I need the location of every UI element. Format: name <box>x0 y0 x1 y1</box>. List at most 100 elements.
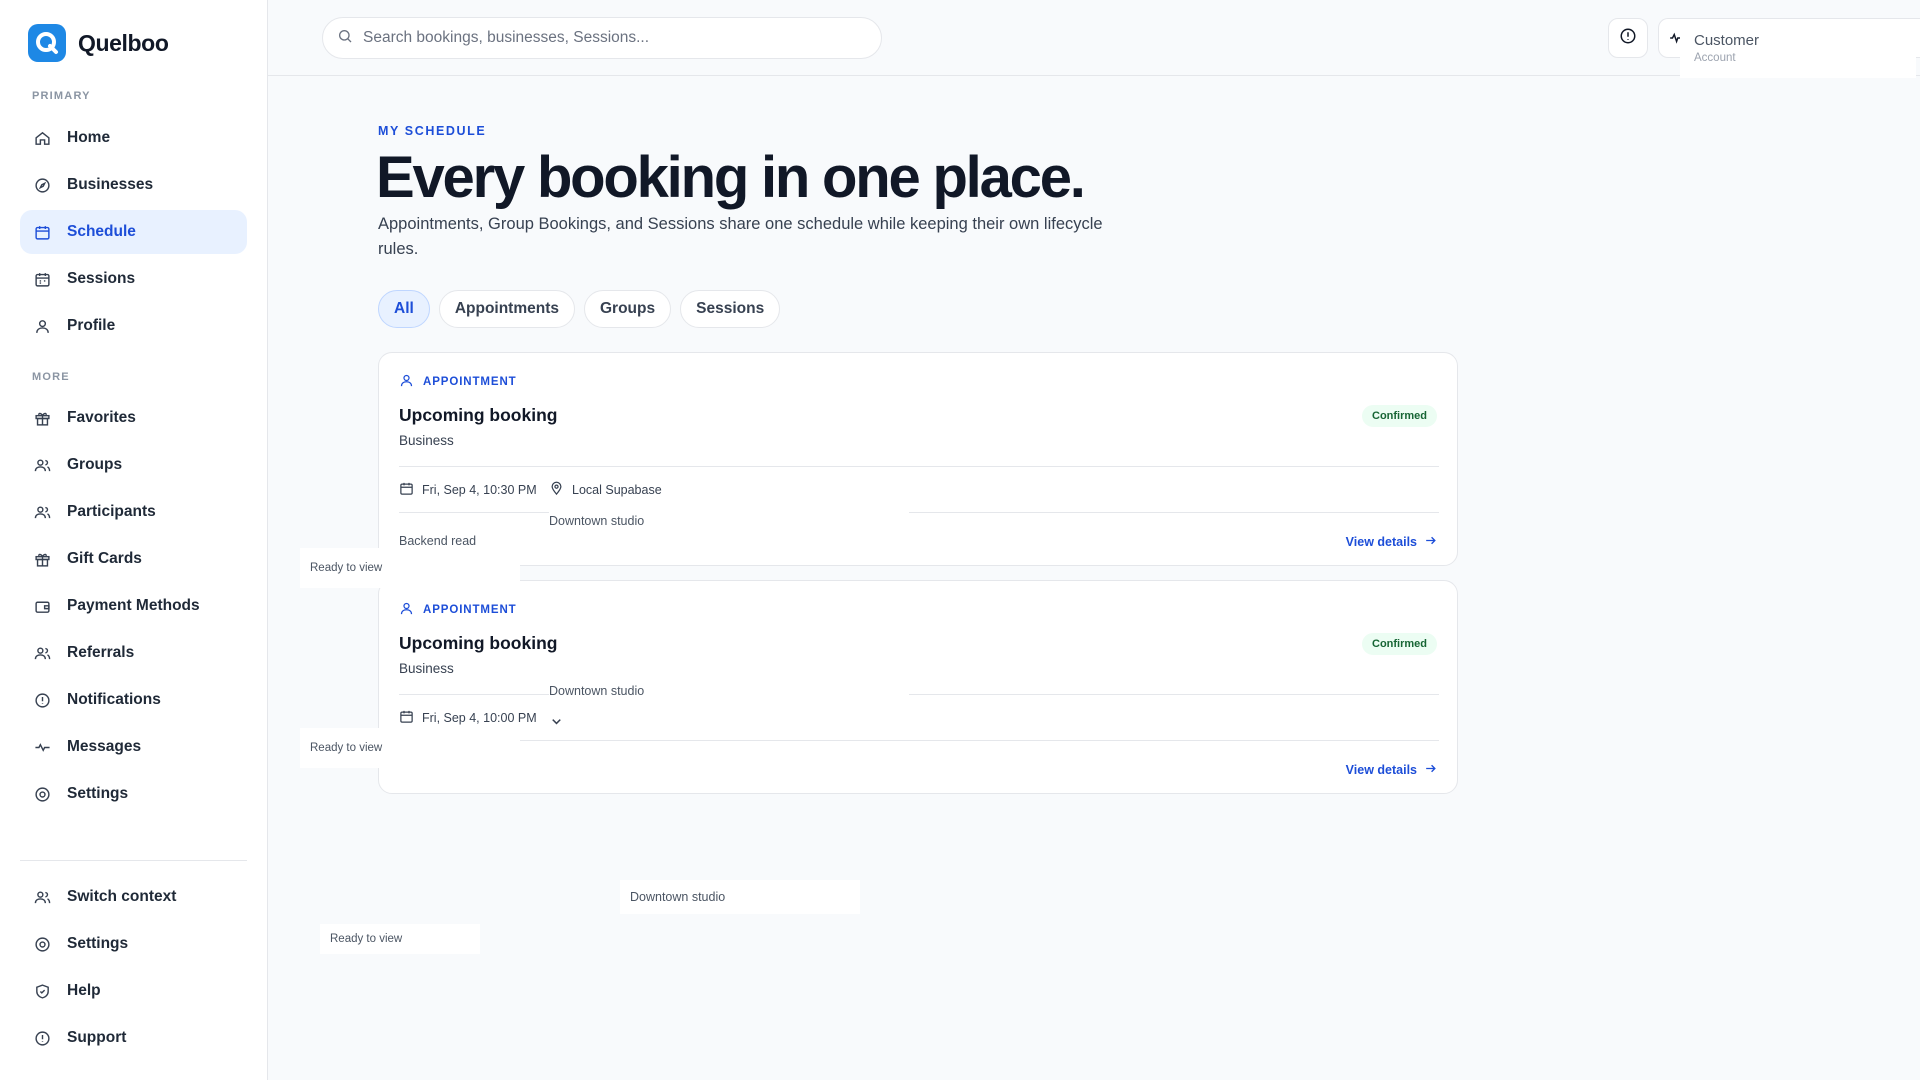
settings-icon <box>32 934 52 954</box>
primary-section-label: PRIMARY <box>32 90 91 102</box>
shield-icon <box>32 981 52 1001</box>
sidebar-item-label: Groups <box>67 456 123 473</box>
calendar-icon <box>399 709 414 727</box>
gift-icon <box>32 549 52 569</box>
users-icon <box>32 502 52 522</box>
booking-title: Upcoming booking <box>399 405 558 425</box>
app-name: Quelboo <box>78 29 169 56</box>
booking-business: Business <box>399 661 454 676</box>
sidebar-item-payment-methods[interactable]: Payment Methods <box>20 584 247 628</box>
sidebar-item-gift-cards[interactable]: Gift Cards <box>20 537 247 581</box>
sidebar-footer-settings[interactable]: Settings <box>20 922 247 966</box>
sidebar-item-participants[interactable]: Participants <box>20 490 247 534</box>
booking-datetime-text: Fri, Sep 4, 10:30 PM <box>422 483 537 497</box>
booking-title: Upcoming booking <box>399 633 558 653</box>
arrow-right-icon <box>1424 762 1437 778</box>
chevron-down-icon <box>549 714 564 732</box>
sidebar-item-label: Notifications <box>67 691 161 708</box>
booking-location: Local Supabase <box>549 481 662 499</box>
booking-studio: Downtown studio <box>549 511 909 531</box>
sidebar-item-label: Schedule <box>67 223 136 240</box>
gift-icon <box>32 408 52 428</box>
status-badge: Confirmed <box>1362 633 1437 655</box>
floating-status: Ready to view <box>300 728 520 768</box>
users-icon <box>32 455 52 475</box>
alert-circle-icon <box>32 1028 52 1048</box>
logo-q-icon <box>28 24 66 62</box>
account-subtitle: Account <box>1694 52 1736 64</box>
sidebar-item-label: Switch context <box>67 888 177 905</box>
booking-filter-tabs: All Appointments Groups Sessions <box>378 290 781 328</box>
user-icon <box>399 601 414 619</box>
booking-card[interactable]: APPOINTMENT Upcoming booking Business Co… <box>378 352 1458 566</box>
floating-status: Ready to view <box>320 924 480 954</box>
booking-type-label: APPOINTMENT <box>423 376 517 388</box>
expand-toggle[interactable] <box>549 714 564 732</box>
sidebar-item-notifications[interactable]: Notifications <box>20 678 247 722</box>
sidebar-item-referrals[interactable]: Referrals <box>20 631 247 675</box>
more-section-label: MORE <box>32 371 70 383</box>
sidebar-item-label: Gift Cards <box>67 550 142 567</box>
calendar-icon <box>32 222 52 242</box>
sidebar-item-messages[interactable]: Messages <box>20 725 247 769</box>
calendar-icon <box>399 481 414 499</box>
app-logo[interactable]: Quelboo <box>28 24 169 62</box>
users-icon <box>32 887 52 907</box>
view-details-link[interactable]: View details <box>1346 534 1437 550</box>
view-details-link[interactable]: View details <box>1346 762 1437 778</box>
booking-card[interactable]: APPOINTMENT Upcoming booking Business Co… <box>378 580 1458 794</box>
page-subtitle: Appointments, Group Bookings, and Sessio… <box>378 215 1103 258</box>
arrow-right-icon <box>1424 534 1437 550</box>
sidebar-item-label: Sessions <box>67 270 136 287</box>
sidebar-item-label: Businesses <box>67 176 154 193</box>
alerts-button[interactable] <box>1608 18 1648 58</box>
sidebar-divider <box>20 860 247 861</box>
booking-datetime: Fri, Sep 4, 10:00 PM <box>399 709 537 727</box>
booking-type: APPOINTMENT <box>399 373 517 391</box>
settings-icon <box>32 784 52 804</box>
booking-datetime: Fri, Sep 4, 10:30 PM <box>399 481 537 499</box>
sidebar-item-label: Payment Methods <box>67 597 200 614</box>
sidebar-item-label: Settings <box>67 935 129 952</box>
floating-studio: Downtown studio <box>620 880 860 914</box>
booking-location-text: Local Supabase <box>572 483 662 497</box>
page-title: Every booking in one place. <box>376 145 1086 210</box>
booking-type-label: APPOINTMENT <box>423 604 517 616</box>
sidebar-footer-help[interactable]: Help <box>20 969 247 1013</box>
sidebar-item-sessions[interactable]: Sessions <box>20 257 247 301</box>
sidebar-item-groups[interactable]: Groups <box>20 443 247 487</box>
card-divider <box>399 740 1439 741</box>
users-icon <box>32 643 52 663</box>
filter-all[interactable]: All <box>378 290 430 328</box>
user-icon <box>399 373 414 391</box>
filter-appointments[interactable]: Appointments <box>438 290 575 328</box>
user-icon <box>32 316 52 336</box>
sidebar-item-settings[interactable]: Settings <box>20 772 247 816</box>
view-details-label: View details <box>1345 535 1417 549</box>
filter-sessions[interactable]: Sessions <box>680 290 781 328</box>
sidebar-item-businesses[interactable]: Businesses <box>20 163 247 207</box>
sidebar-item-label: Messages <box>67 738 142 755</box>
sidebar-item-label: Home <box>67 129 111 146</box>
sidebar-item-home[interactable]: Home <box>20 116 247 160</box>
sidebar-footer-support[interactable]: Support <box>20 1016 247 1060</box>
account-popover[interactable]: Customer Account <box>1680 22 1916 78</box>
activity-icon <box>32 737 52 757</box>
sidebar-item-profile[interactable]: Profile <box>20 304 247 348</box>
booking-business: Business <box>399 433 454 448</box>
calendar-check-icon <box>32 269 52 289</box>
sidebar-item-favorites[interactable]: Favorites <box>20 396 247 440</box>
map-pin-icon <box>549 481 564 499</box>
compass-icon <box>32 175 52 195</box>
sidebar-item-label: Referrals <box>67 644 135 661</box>
booking-datetime-text: Fri, Sep 4, 10:00 PM <box>422 711 537 725</box>
status-badge: Confirmed <box>1362 405 1437 427</box>
search-bar[interactable] <box>322 17 882 59</box>
view-details-label: View details <box>1345 763 1417 777</box>
sidebar-item-schedule[interactable]: Schedule <box>20 210 247 254</box>
filter-groups[interactable]: Groups <box>584 290 672 328</box>
switch-context-button[interactable]: Switch context <box>20 875 247 919</box>
sidebar: Quelboo PRIMARY Home Businesses Schedule… <box>0 0 268 1080</box>
search-input[interactable] <box>363 29 843 47</box>
booking-source: Backend read <box>399 534 477 548</box>
